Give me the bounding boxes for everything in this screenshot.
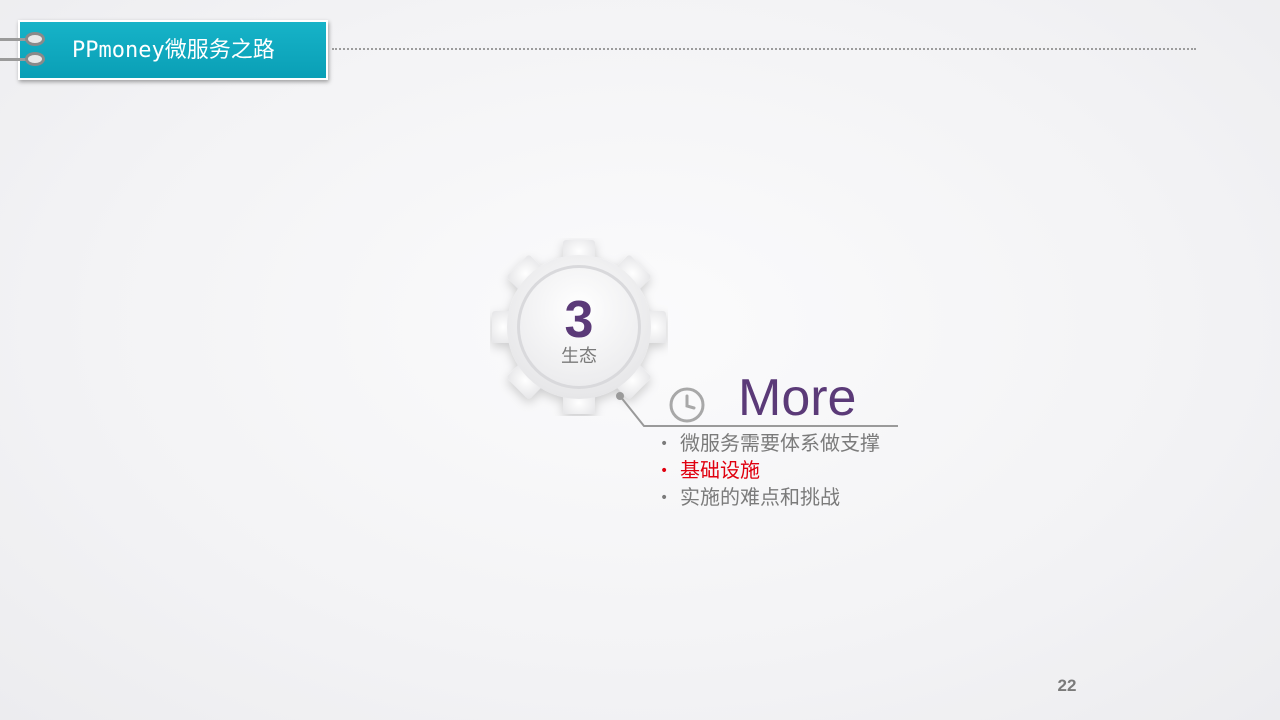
title-latin: PPmoney: [72, 38, 165, 63]
section-number: 3: [564, 291, 594, 349]
bullet-icon: •: [660, 463, 669, 479]
page-number: 22: [1057, 676, 1077, 695]
list-item: • 微服务需要体系做支撑: [660, 430, 880, 457]
content-heading: More: [738, 369, 857, 427]
section-label: 生态: [561, 346, 597, 367]
clock-icon: [669, 387, 705, 423]
list-item-active: • 基础设施: [660, 457, 880, 484]
page-title: PPmoney微服务之路: [72, 36, 275, 66]
binder-ring-icon: [25, 32, 45, 46]
bullet-icon: •: [660, 490, 669, 506]
bullet-icon: •: [660, 436, 669, 452]
list-item-text: 实施的难点和挑战: [680, 485, 840, 509]
binder-ring-icon: [25, 52, 45, 66]
list-item: • 实施的难点和挑战: [660, 484, 880, 511]
list-item-text: 微服务需要体系做支撑: [680, 431, 880, 455]
title-tab: PPmoney微服务之路: [18, 20, 328, 80]
list-item-text: 基础设施: [680, 458, 760, 482]
title-cjk: 微服务之路: [164, 38, 275, 63]
bullet-list: • 微服务需要体系做支撑 • 基础设施 • 实施的难点和挑战: [660, 430, 880, 511]
header-dotted-rule: [332, 48, 1196, 50]
